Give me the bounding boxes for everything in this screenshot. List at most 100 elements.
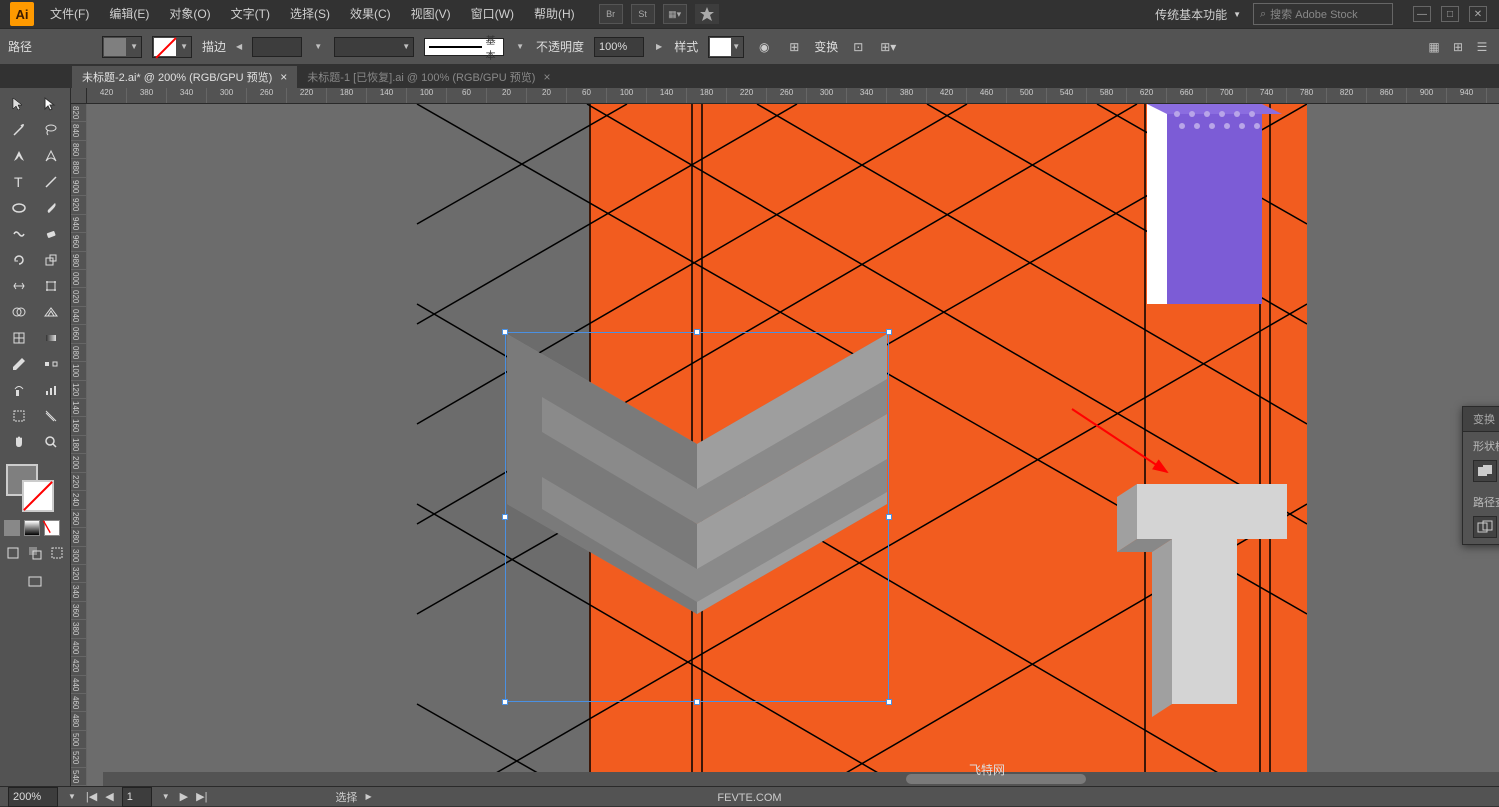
opacity-label: 不透明度: [536, 38, 584, 55]
pen-tool[interactable]: [4, 144, 34, 168]
gradient-mode[interactable]: [24, 520, 40, 536]
draw-normal[interactable]: [4, 544, 22, 562]
menu-window[interactable]: 窗口(W): [461, 0, 524, 28]
artboard-tool[interactable]: [4, 404, 34, 428]
direct-selection-tool[interactable]: [36, 92, 66, 116]
ellipse-tool[interactable]: [4, 196, 34, 220]
options-menu[interactable]: ☰: [1473, 38, 1491, 56]
stroke-decrement[interactable]: ◀: [236, 42, 242, 51]
eraser-tool[interactable]: [36, 222, 66, 246]
hand-tool[interactable]: [4, 430, 34, 454]
brush-dd[interactable]: ▼: [516, 42, 524, 51]
tab-close-2[interactable]: ×: [543, 70, 550, 84]
menu-effect[interactable]: 效果(C): [340, 0, 401, 28]
width-tool[interactable]: [4, 274, 34, 298]
title-bar: Ai 文件(F) 编辑(E) 对象(O) 文字(T) 选择(S) 效果(C) 视…: [0, 0, 1499, 28]
menu-edit[interactable]: 编辑(E): [99, 0, 159, 28]
recolor-button[interactable]: ◉: [754, 37, 774, 57]
mesh-tool[interactable]: [4, 326, 34, 350]
symbol-sprayer-tool[interactable]: [4, 378, 34, 402]
ruler-vertical[interactable]: 8208408608809009209409609800000200400600…: [71, 104, 87, 786]
draw-behind[interactable]: [26, 544, 44, 562]
zoom-dd[interactable]: ▼: [68, 792, 76, 801]
nav-last[interactable]: ▶|: [196, 790, 207, 803]
stroke-weight-input[interactable]: [252, 37, 302, 57]
shaper-tool[interactable]: [4, 222, 34, 246]
scrollbar-horizontal[interactable]: [103, 772, 1499, 786]
transform-label[interactable]: 变换: [814, 38, 838, 55]
eyedropper-tool[interactable]: [4, 352, 34, 376]
stroke-swatch-dd[interactable]: ▼: [152, 36, 192, 58]
style-swatch[interactable]: ▼: [708, 36, 744, 58]
column-graph-tool[interactable]: [36, 378, 66, 402]
pathfinder-panel[interactable]: 变换 对齐 路径查找器 ▸▸ ☰ 形状模式： 扩展 路径查找: [1462, 406, 1499, 545]
ruler-horizontal[interactable]: 4203803403002602201801401006020206010014…: [87, 88, 1499, 104]
fill-swatch[interactable]: ▼: [102, 36, 142, 58]
gpu-button[interactable]: [695, 4, 719, 24]
nav-prev[interactable]: ◀: [105, 790, 113, 803]
align-button[interactable]: ⊞: [784, 37, 804, 57]
tab-close-1[interactable]: ×: [280, 70, 287, 84]
line-tool[interactable]: [36, 170, 66, 194]
menu-help[interactable]: 帮助(H): [524, 0, 585, 28]
select-similar-button[interactable]: ⊞▾: [878, 37, 898, 57]
stock-button[interactable]: St: [631, 4, 655, 24]
menu-select[interactable]: 选择(S): [280, 0, 340, 28]
blend-tool[interactable]: [36, 352, 66, 376]
grid-mode-1[interactable]: ▦: [1425, 38, 1443, 56]
divide-button[interactable]: [1473, 516, 1497, 538]
opacity-input[interactable]: [594, 37, 644, 57]
lasso-tool[interactable]: [36, 118, 66, 142]
gradient-tool[interactable]: [36, 326, 66, 350]
nav-next[interactable]: ▶: [180, 790, 188, 803]
perspective-tool[interactable]: [36, 300, 66, 324]
brush-preview[interactable]: 基本: [424, 38, 504, 56]
nav-first[interactable]: |◀: [86, 790, 97, 803]
selection-bbox[interactable]: [505, 332, 889, 702]
zoom-tool[interactable]: [36, 430, 66, 454]
doc-tab-2[interactable]: 未标题-1 [已恢复].ai @ 100% (RGB/GPU 预览) ×: [297, 66, 560, 88]
artboard-dd[interactable]: ▼: [162, 792, 170, 801]
menu-file[interactable]: 文件(F): [40, 0, 99, 28]
minimize-button[interactable]: —: [1413, 6, 1431, 22]
menu-view[interactable]: 视图(V): [401, 0, 461, 28]
none-mode[interactable]: /: [44, 520, 60, 536]
workspace-switcher[interactable]: 传统基本功能 ▼: [1155, 6, 1241, 23]
shape-builder-tool[interactable]: [4, 300, 34, 324]
color-picker[interactable]: [4, 462, 66, 514]
opacity-dd[interactable]: ▶: [656, 42, 662, 51]
stroke-profile-dd[interactable]: ▼: [334, 37, 414, 57]
rotate-tool[interactable]: [4, 248, 34, 272]
draw-inside[interactable]: [48, 544, 66, 562]
isolate-button[interactable]: ⊡: [848, 37, 868, 57]
stroke-color[interactable]: [22, 480, 54, 512]
menu-object[interactable]: 对象(O): [159, 0, 220, 28]
search-stock[interactable]: ⌕ 搜索 Adobe Stock: [1253, 3, 1393, 25]
maximize-button[interactable]: □: [1441, 6, 1459, 22]
free-transform-tool[interactable]: [36, 274, 66, 298]
stroke-dd[interactable]: ▼: [314, 42, 322, 51]
arrange-docs-button[interactable]: ▦▾: [663, 4, 687, 24]
screen-mode-button[interactable]: [24, 570, 46, 594]
bridge-button[interactable]: Br: [599, 4, 623, 24]
paintbrush-tool[interactable]: [36, 196, 66, 220]
selection-tool[interactable]: [4, 92, 34, 116]
zoom-input[interactable]: [8, 787, 58, 807]
unite-button[interactable]: [1473, 460, 1497, 482]
curvature-tool[interactable]: [36, 144, 66, 168]
close-button[interactable]: ✕: [1469, 6, 1487, 22]
grid-mode-2[interactable]: ⊞: [1449, 38, 1467, 56]
status-dd[interactable]: ▶: [365, 792, 371, 801]
artboard-input[interactable]: [122, 787, 152, 807]
type-tool[interactable]: T: [4, 170, 34, 194]
tab-transform[interactable]: 变换: [1463, 407, 1499, 431]
scale-tool[interactable]: [36, 248, 66, 272]
chevron-down-icon: ▼: [1233, 10, 1241, 19]
magic-wand-tool[interactable]: [4, 118, 34, 142]
canvas[interactable]: 飞特网 行走者: [87, 104, 1499, 786]
slice-tool[interactable]: [36, 404, 66, 428]
menu-type[interactable]: 文字(T): [221, 0, 280, 28]
doc-tab-1[interactable]: 未标题-2.ai* @ 200% (RGB/GPU 预览) ×: [72, 66, 297, 88]
color-mode[interactable]: [4, 520, 20, 536]
ruler-corner[interactable]: [71, 88, 87, 104]
